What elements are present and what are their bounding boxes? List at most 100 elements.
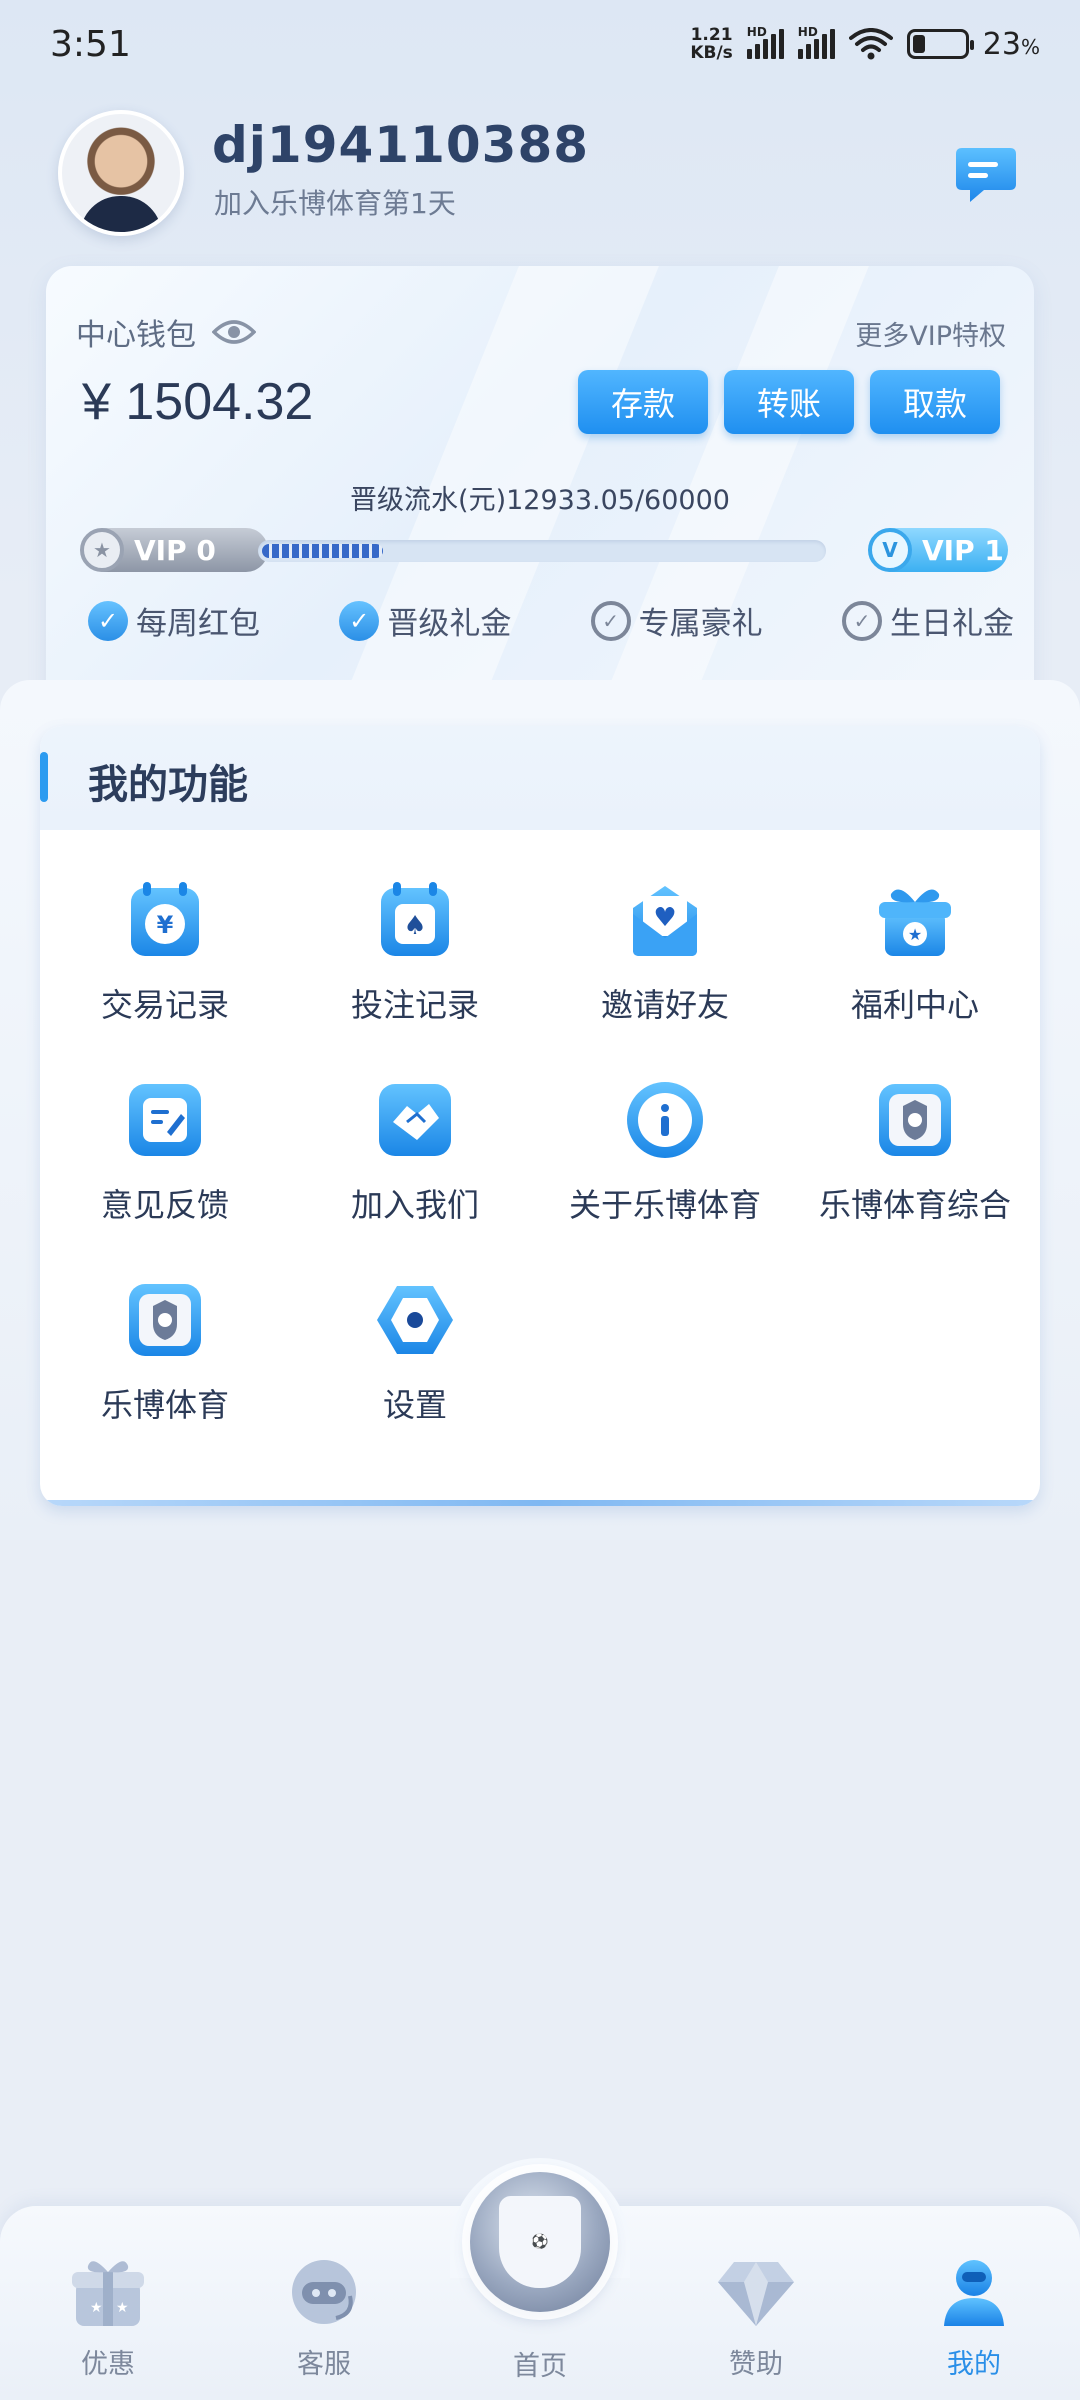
vip-current-badge: ★ VIP 0 xyxy=(80,528,268,572)
functions-title: 我的功能 xyxy=(88,762,248,808)
function-label: 乐博体育 xyxy=(100,1386,229,1424)
star-icon: ★ xyxy=(80,528,124,572)
vip-progress-fill xyxy=(262,544,383,558)
function-item[interactable]: 乐博体育 xyxy=(40,1278,290,1426)
function-label: 设置 xyxy=(382,1386,447,1424)
check-outline-icon: ✓ xyxy=(841,600,882,641)
nav-promo-label: 优惠 xyxy=(81,2349,135,2380)
username: dj194110388 xyxy=(212,116,590,174)
function-item[interactable]: 关于乐博体育 xyxy=(540,1078,790,1226)
function-label: 乐博体育综合 xyxy=(818,1186,1011,1224)
deposit-button[interactable]: 存款 xyxy=(578,370,708,434)
wallet-card: 中心钱包 更多VIP特权 ¥ 1504.32 存款 转账 取款 晋级流水(元)1… xyxy=(46,266,1034,718)
info-icon xyxy=(623,1078,707,1162)
vip-current-label: VIP 0 xyxy=(134,533,216,567)
function-item[interactable]: ★ 福利中心 xyxy=(790,878,1040,1026)
settings-hexagon-icon xyxy=(373,1278,457,1362)
perk-label: 每周红包 xyxy=(136,606,260,642)
wallet-label-row: 中心钱包 xyxy=(76,310,256,354)
wallet-label: 中心钱包 xyxy=(76,318,196,353)
wallet-actions: 存款 转账 取款 xyxy=(578,370,1000,434)
battery-icon xyxy=(906,29,974,59)
nav-promo[interactable]: ★ ★ 优惠 xyxy=(38,2250,178,2381)
network-speed-value: 1.21 xyxy=(690,25,733,45)
signal-hd-label-2: HD xyxy=(797,25,818,39)
function-item[interactable]: ♥ 邀请好友 xyxy=(540,878,790,1026)
battery-percent: 23% xyxy=(982,26,1040,62)
vip-perks: ✓ 每周红包 ✓ 晋级礼金 ✓ 专属豪礼 ✓ 生日礼金 xyxy=(88,598,1014,643)
perk-label: 生日礼金 xyxy=(889,606,1014,642)
message-button[interactable] xyxy=(954,144,1018,204)
perk-item: ✓ 晋级礼金 xyxy=(339,598,511,643)
wifi-icon xyxy=(848,28,893,60)
function-label: 邀请好友 xyxy=(600,986,729,1024)
gift-box-icon: ★ xyxy=(873,878,957,962)
nav-home-label: 首页 xyxy=(513,2351,567,2382)
nav-service[interactable]: 客服 xyxy=(254,2250,394,2381)
handshake-icon xyxy=(373,1078,457,1162)
function-item[interactable]: ♠ 投注记录 xyxy=(290,878,540,1026)
user-icon xyxy=(932,2250,1016,2334)
nav-mine[interactable]: 我的 xyxy=(904,2250,1044,2381)
function-item[interactable]: ¥ 交易记录 xyxy=(40,878,290,1026)
account-page: 3:51 1.21 KB/s HD HD 23% dj194110388 加入乐… xyxy=(0,0,1080,2400)
function-item[interactable]: 加入我们 xyxy=(290,1078,540,1226)
function-label: 交易记录 xyxy=(100,986,229,1024)
function-label: 福利中心 xyxy=(850,986,979,1024)
nav-sponsor[interactable]: 赞助 xyxy=(686,2250,826,2381)
network-speed-unit: KB/s xyxy=(690,43,733,63)
signal-icon-2: HD xyxy=(797,25,835,59)
avatar[interactable] xyxy=(58,110,184,236)
status-time: 3:51 xyxy=(50,24,131,65)
join-days-text: 加入乐博体育第1天 xyxy=(214,187,456,220)
nav-service-label: 客服 xyxy=(297,2349,351,2380)
svg-text:♥: ♥ xyxy=(653,903,676,933)
transfer-button[interactable]: 转账 xyxy=(724,370,854,434)
functions-header: 我的功能 xyxy=(40,726,1040,830)
perk-item: ✓ 专属豪礼 xyxy=(590,598,763,643)
perk-item: ✓ 每周红包 xyxy=(88,598,260,643)
vip-next-label: VIP 1 xyxy=(922,533,1004,567)
check-filled-icon: ✓ xyxy=(88,600,128,641)
signal-hd-label: HD xyxy=(746,25,767,39)
check-outline-icon: ✓ xyxy=(590,600,631,641)
svg-text:★: ★ xyxy=(116,2300,129,2316)
vip-next-badge: V VIP 1 xyxy=(868,528,1008,572)
check-filled-icon: ✓ xyxy=(339,600,380,641)
wallet-balance: ¥ 1504.32 xyxy=(82,373,314,431)
svg-text:★: ★ xyxy=(90,2300,103,2316)
svg-text:♠: ♠ xyxy=(403,911,426,941)
lebo-crest-icon xyxy=(123,1278,207,1362)
function-item[interactable]: 设置 xyxy=(290,1278,540,1426)
perk-label: 晋级礼金 xyxy=(387,606,512,642)
heart-envelope-icon: ♥ xyxy=(623,878,707,962)
withdraw-button[interactable]: 取款 xyxy=(870,370,1000,434)
function-label: 意见反馈 xyxy=(100,1186,229,1224)
nav-mine-label: 我的 xyxy=(947,2349,1001,2380)
function-label: 投注记录 xyxy=(350,986,479,1024)
vip-progress-bar xyxy=(258,540,826,562)
nav-sponsor-label: 赞助 xyxy=(729,2349,783,2380)
nav-home[interactable]: ⚽ xyxy=(470,2172,610,2312)
lebo-crest-icon xyxy=(873,1078,957,1162)
feedback-edit-icon xyxy=(123,1078,207,1162)
upgrade-flow-text: 晋级流水(元)12933.05/60000 xyxy=(350,485,730,516)
functions-card: 我的功能 ¥ 交易记录 ♠ 投注记录 ♥ 邀请好友 ★ 福利中心 意见反馈 加入我们 关于乐博体育乐… xyxy=(40,726,1040,1506)
functions-grid: ¥ 交易记录 ♠ 投注记录 ♥ 邀请好友 ★ 福利中心意见反馈 加入我们 关于乐博体育 乐博体育综合… xyxy=(40,878,1040,1426)
svg-text:★: ★ xyxy=(908,925,922,944)
diamond-icon xyxy=(714,2250,798,2334)
status-icons: 1.21 KB/s HD HD 23% xyxy=(690,25,1040,62)
gift-icon: ★ ★ xyxy=(66,2250,150,2334)
yuan-calendar-icon: ¥ xyxy=(123,878,207,962)
status-bar: 3:51 1.21 KB/s HD HD 23% xyxy=(0,0,1080,96)
more-vip-link[interactable]: 更多VIP特权 xyxy=(855,314,1006,353)
function-item[interactable]: 乐博体育综合 xyxy=(790,1078,1040,1226)
signal-icon: HD xyxy=(746,25,784,59)
eye-icon[interactable] xyxy=(212,318,256,346)
perk-label: 专属豪礼 xyxy=(638,606,763,642)
spade-calendar-icon: ♠ xyxy=(373,878,457,962)
network-speed: 1.21 KB/s xyxy=(690,26,732,62)
svg-text:¥: ¥ xyxy=(157,911,174,939)
function-item[interactable]: 意见反馈 xyxy=(40,1078,290,1226)
lebo-crest-icon: ⚽ xyxy=(499,2196,581,2288)
